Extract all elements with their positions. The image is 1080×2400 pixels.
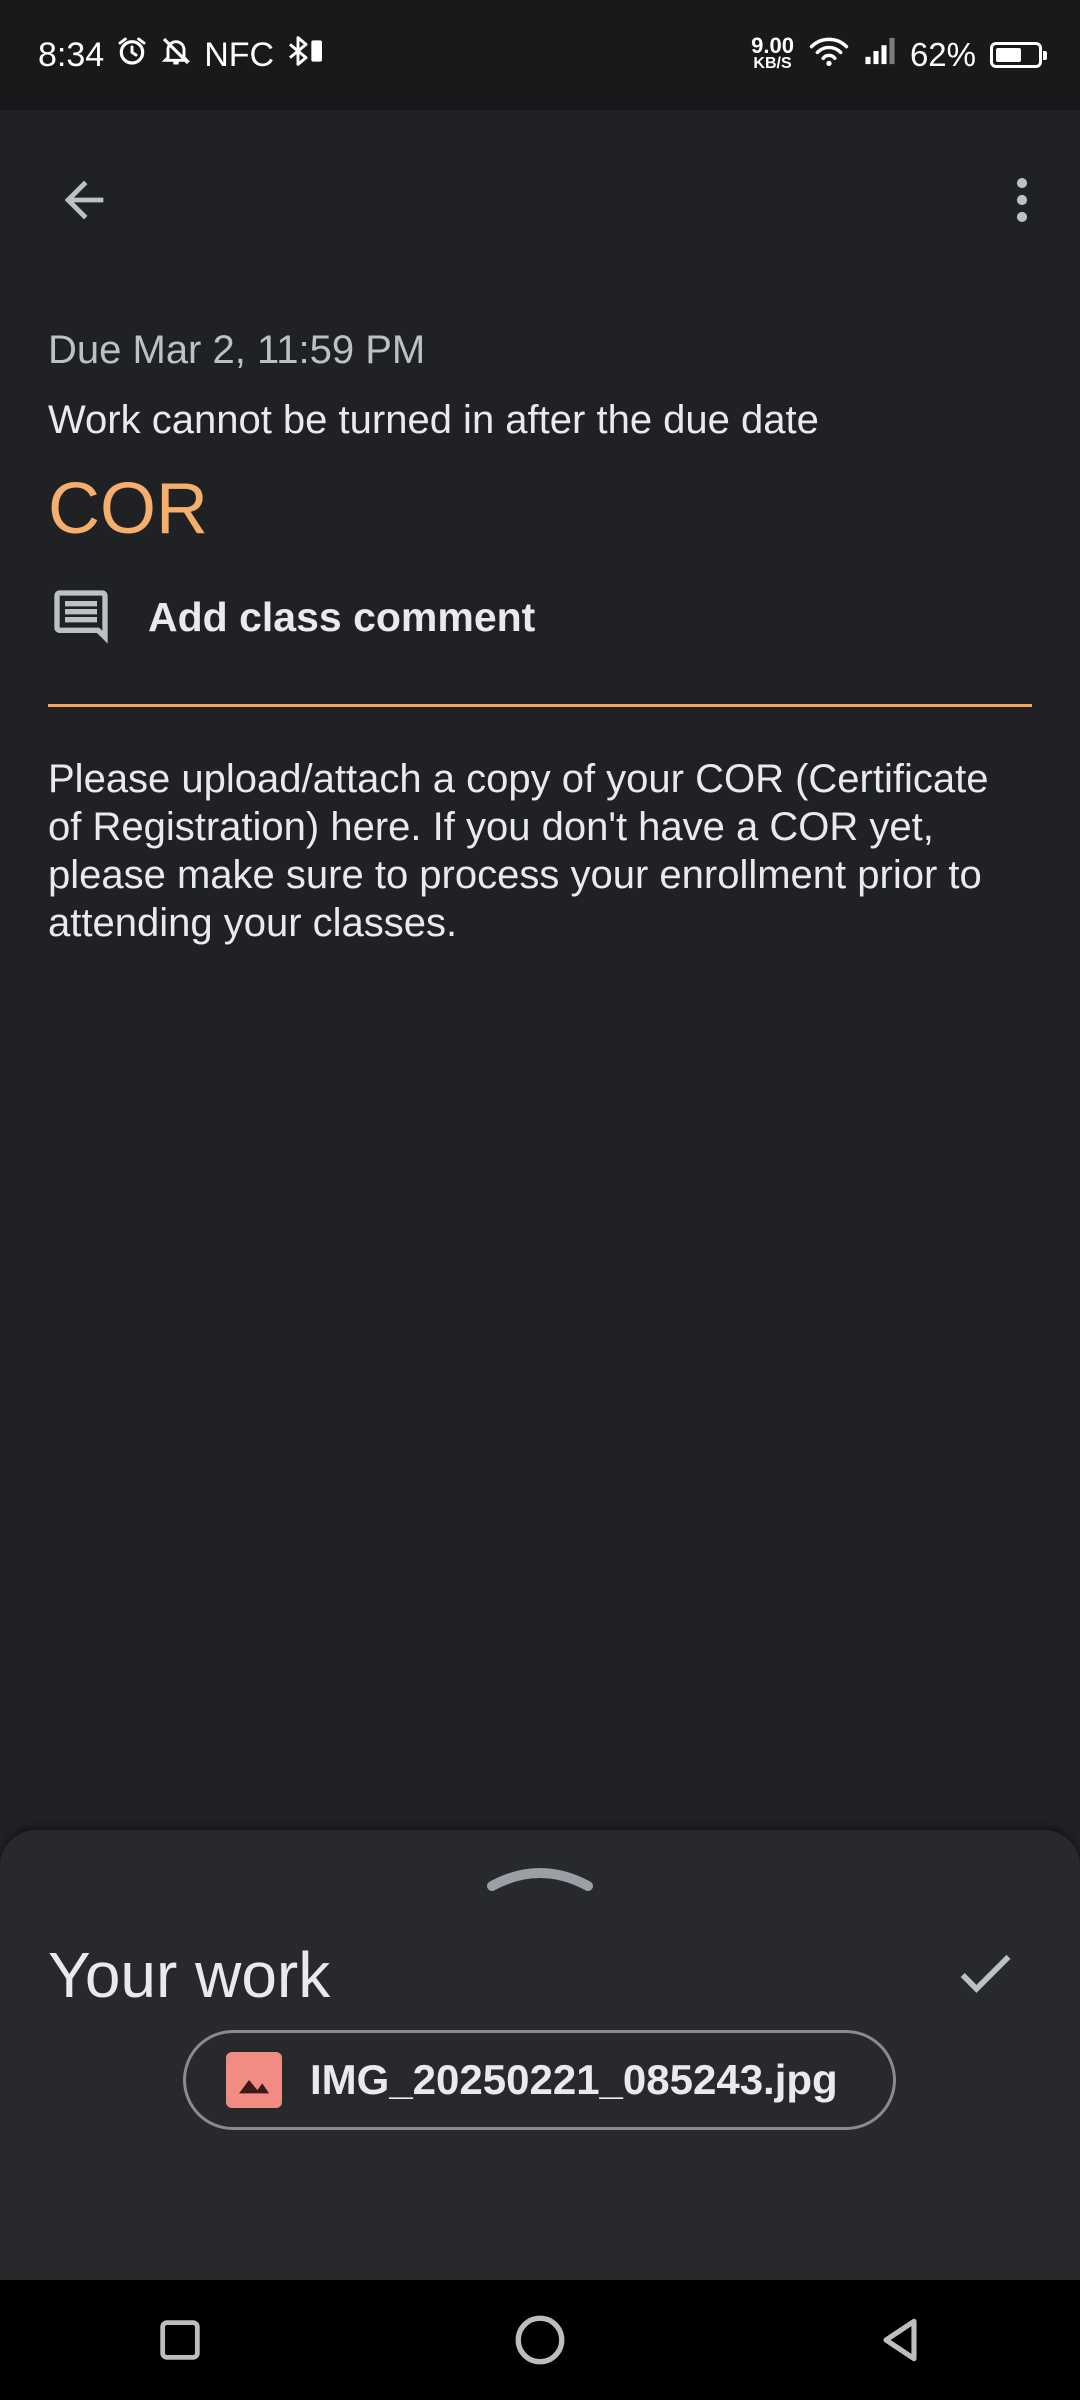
your-work-title: Your work [48,1939,331,2011]
status-bar: 8:34 NFC 9.00 KB/S 62% [0,0,1080,110]
signal-icon [864,36,896,74]
expand-handle-icon[interactable] [484,1856,596,1896]
late-submission-note: Work cannot be turned in after the due d… [48,398,819,442]
mute-icon [160,35,192,76]
bluetooth-icon [286,35,326,76]
add-class-comment-button[interactable]: Add class comment [48,582,1032,652]
arrow-back-icon [64,180,104,220]
battery-level-fill [996,48,1021,62]
assignment-details: Due Mar 2, 11:59 PM Work cannot be turne… [48,320,1032,947]
check-icon [960,1954,1011,1993]
alarm-icon [116,35,148,76]
status-right: 9.00 KB/S 62% [751,30,1047,80]
add-class-comment-label: Add class comment [148,593,536,640]
system-navigation-bar [0,2280,1080,2400]
comment-icon [48,584,114,650]
triangle-back-icon [883,2318,917,2362]
your-work-sheet[interactable]: Your work IMG_20250221_085243.jpg [0,1830,1080,2280]
nfc-label: NFC [204,35,275,74]
square-icon [160,2320,200,2360]
due-date: Due Mar 2, 11:59 PM [48,328,426,372]
assignment-title: COR [48,469,208,549]
recent-apps-button[interactable] [125,2285,235,2395]
wifi-icon [808,35,850,75]
battery-percent: 62% [909,36,976,73]
network-speed: 9.00 KB/S [751,33,794,73]
more-options-button[interactable] [982,160,1062,240]
home-button[interactable] [485,2285,595,2395]
network-speed-value: 9.00 [751,33,794,58]
app-toolbar [0,110,1080,280]
assignment-description: Please upload/attach a copy of your COR … [48,757,989,945]
attachment-file-name: IMG_20250221_085243.jpg [310,2056,838,2103]
turned-in-check-button[interactable] [940,1928,1030,2018]
image-file-icon [226,2052,282,2108]
status-time: 8:34 [38,35,105,74]
battery-icon [990,42,1047,68]
network-speed-unit: KB/S [753,55,792,72]
section-divider [48,704,1032,707]
status-left: 8:34 NFC [38,30,326,80]
attachment-chip[interactable]: IMG_20250221_085243.jpg [183,2030,896,2130]
circle-icon [515,2315,565,2365]
back-nav-button[interactable] [845,2285,955,2395]
back-button[interactable] [44,160,124,240]
more-vert-icon [1016,178,1028,222]
